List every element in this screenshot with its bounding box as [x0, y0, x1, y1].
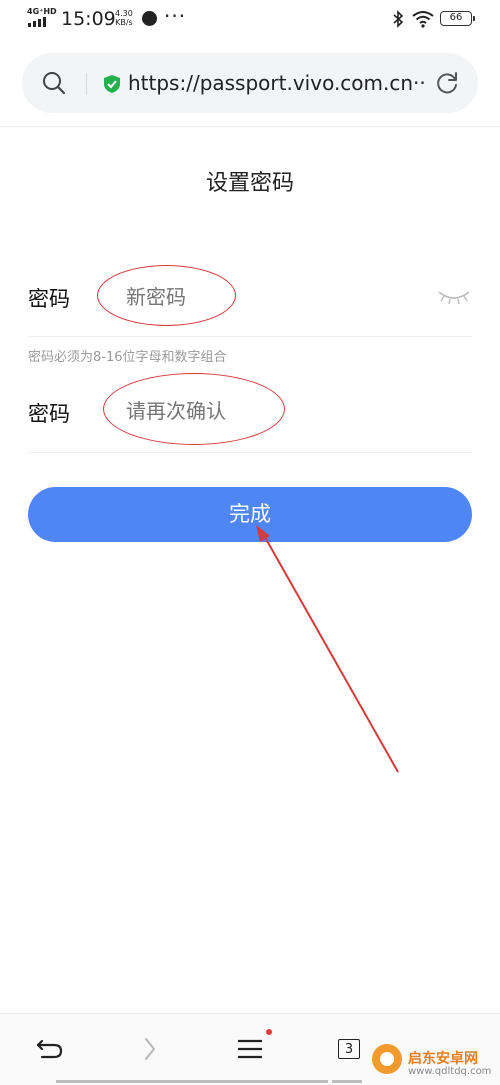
notification-app-icon: [142, 11, 157, 26]
address-bar[interactable]: https://passport.vivo.com.cn···: [22, 53, 478, 113]
search-icon[interactable]: [42, 71, 66, 95]
toolbar-indicator-right: [332, 1080, 362, 1083]
confirm-underline: [28, 452, 472, 453]
more-notifications-icon: ···: [164, 4, 187, 28]
watermark-logo-icon: [372, 1044, 402, 1074]
back-icon[interactable]: [32, 1033, 68, 1065]
done-button[interactable]: 完成: [28, 487, 472, 542]
page-title: 设置密码: [205, 171, 294, 196]
confirm-password-label: 密码: [28, 402, 70, 426]
menu-icon[interactable]: [232, 1033, 268, 1065]
password-label: 密码: [28, 287, 70, 311]
watermark-title: 启东安卓网: [408, 1051, 478, 1067]
status-bar: 4G⁺HD 15:09 4.30 KB/s ··· 66: [0, 0, 500, 40]
menu-notification-dot: [266, 1029, 272, 1035]
address-divider: [86, 73, 87, 95]
wifi-icon: [412, 11, 434, 28]
net-speed-value: 4.30: [115, 9, 133, 18]
header-divider: [0, 126, 500, 127]
network-type: 4G⁺HD: [27, 7, 57, 16]
url-text[interactable]: https://passport.vivo.com.cn···: [128, 69, 426, 97]
password-underline: [28, 336, 472, 337]
net-speed-unit: KB/s: [115, 18, 133, 27]
bluetooth-icon: [393, 10, 404, 28]
annotation-ellipse-confirm-password: [103, 373, 285, 445]
secure-shield-icon: [104, 75, 120, 93]
reload-icon[interactable]: [434, 70, 460, 96]
signal-icon: [28, 17, 46, 27]
hide-password-icon[interactable]: [436, 286, 472, 306]
toolbar-indicator-left: [56, 1080, 328, 1083]
battery-icon: 66: [440, 11, 475, 26]
annotation-arrow: [256, 525, 399, 773]
password-hint: 密码必须为8-16位字母和数字组合: [28, 350, 227, 365]
net-speed: 4.30 KB/s: [115, 9, 133, 27]
watermark-url: www.qdltdq.com: [408, 1066, 492, 1077]
annotation-ellipse-new-password: [97, 265, 236, 326]
clock: 15:09: [61, 8, 116, 30]
forward-icon[interactable]: [132, 1033, 168, 1065]
tabs-button[interactable]: 3: [338, 1039, 360, 1059]
